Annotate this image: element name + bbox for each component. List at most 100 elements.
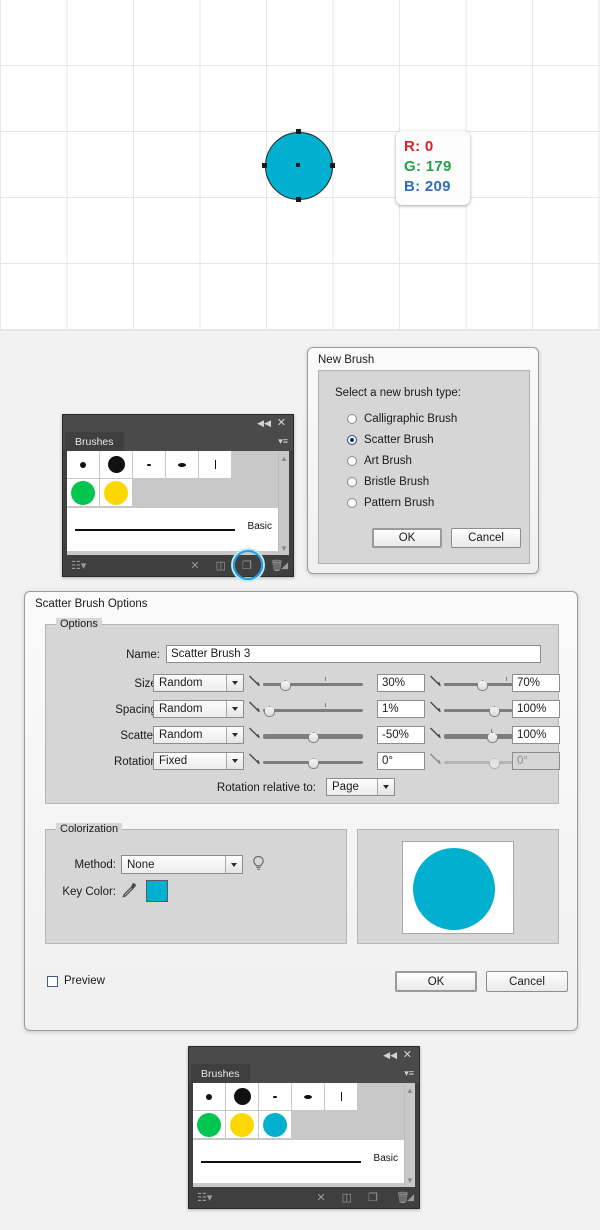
remove-brush-stroke-icon[interactable]: ✕ <box>316 1191 325 1204</box>
size-min-input[interactable]: 30% <box>377 674 425 692</box>
brush-thumb-oval-mark[interactable] <box>292 1083 325 1111</box>
brush-thumb-line-mark[interactable] <box>325 1083 358 1111</box>
brush-swatch-green[interactable] <box>193 1111 226 1139</box>
radio-option-calligraphic-brush[interactable]: Calligraphic Brush <box>347 413 457 425</box>
brush-stroke-basic[interactable]: Basic <box>193 1140 404 1183</box>
brush-swatch-yellow[interactable] <box>100 479 133 507</box>
panel-scrollbar[interactable]: ▲ ▼ <box>278 451 289 556</box>
brush-name-input[interactable]: Scatter Brush 3 <box>166 645 541 663</box>
resize-grip-icon[interactable]: ◢ <box>407 1192 414 1203</box>
rotation-min-input[interactable]: 0° <box>377 752 425 770</box>
anchor-point-left[interactable] <box>262 163 267 168</box>
anchor-point-right[interactable] <box>330 163 335 168</box>
radio-icon[interactable] <box>347 477 357 487</box>
radio-icon[interactable] <box>347 498 357 508</box>
collapse-icon[interactable]: ◀◀ <box>257 419 271 428</box>
new-brush-icon[interactable]: ❐ <box>368 1191 378 1204</box>
panel-tab-bar: Brushes ▾≡ <box>63 432 293 451</box>
chevron-down-icon[interactable] <box>226 701 243 717</box>
scatter-min-slider[interactable] <box>263 729 363 743</box>
brush-cell-empty[interactable] <box>199 479 232 507</box>
brush-stroke-label: Basic <box>247 521 272 532</box>
close-icon[interactable]: ✕ <box>277 417 286 429</box>
brush-options-icon[interactable]: ◫ <box>342 1191 352 1204</box>
key-color-swatch[interactable] <box>146 880 168 902</box>
spacing-min-slider[interactable] <box>263 703 363 717</box>
scroll-down-icon[interactable]: ▼ <box>279 543 289 554</box>
scatter-min-input[interactable]: -50% <box>377 726 425 744</box>
panel-menu-icon[interactable]: ▾≡ <box>404 1068 414 1079</box>
brush-swatch-green[interactable] <box>67 479 100 507</box>
spacing-max-input[interactable]: 100% <box>512 700 560 718</box>
radio-option-pattern-brush[interactable]: Pattern Brush <box>347 497 434 509</box>
chevron-down-icon[interactable] <box>226 753 243 769</box>
tab-brushes[interactable]: Brushes <box>65 432 124 451</box>
brush-cell-empty[interactable] <box>166 479 199 507</box>
chevron-down-icon[interactable] <box>226 727 243 743</box>
scatter-max-input[interactable]: 100% <box>512 726 560 744</box>
brush-options-icon[interactable]: ◫ <box>216 559 226 572</box>
radio-icon[interactable] <box>347 414 357 424</box>
spacing-mode-dropdown[interactable]: Random <box>153 700 244 718</box>
size-mode-dropdown[interactable]: Random <box>153 674 244 692</box>
collapse-icon[interactable]: ◀◀ <box>383 1051 397 1060</box>
brush-thumb-tiny-mark[interactable] <box>259 1083 292 1111</box>
new-brush-ok-button[interactable]: OK <box>372 528 442 548</box>
brush-thumbnail-grid[interactable] <box>193 1083 358 1111</box>
preview-checkbox-row[interactable]: Preview <box>47 975 105 987</box>
radio-option-art-brush[interactable]: Art Brush <box>347 455 412 467</box>
panel-scrollbar[interactable]: ▲ ▼ <box>404 1083 415 1188</box>
rotation-min-slider[interactable] <box>263 755 363 769</box>
brush-thumb-small-dot[interactable] <box>67 451 100 479</box>
scroll-down-icon[interactable]: ▼ <box>405 1175 415 1186</box>
brush-thumb-large-dot[interactable] <box>226 1083 259 1111</box>
brush-stroke-basic[interactable]: Basic <box>67 508 278 551</box>
eyedropper-icon[interactable] <box>122 882 137 898</box>
brush-swatch-yellow[interactable] <box>226 1111 259 1139</box>
brush-thumb-line-mark[interactable] <box>199 451 232 479</box>
brush-color-swatch-grid[interactable] <box>193 1111 358 1139</box>
radio-option-bristle-brush[interactable]: Bristle Brush <box>347 476 429 488</box>
scatter-options-ok-button[interactable]: OK <box>395 971 477 992</box>
spacing-min-input[interactable]: 1% <box>377 700 425 718</box>
brush-thumb-large-dot[interactable] <box>100 451 133 479</box>
size-max-input[interactable]: 70% <box>512 674 560 692</box>
chevron-down-icon[interactable] <box>377 779 394 795</box>
brush-color-swatch-grid[interactable] <box>67 479 232 507</box>
anchor-point-bottom[interactable] <box>296 197 301 202</box>
remove-brush-stroke-icon[interactable]: ✕ <box>190 559 199 572</box>
radio-icon[interactable] <box>347 435 357 445</box>
tab-brushes[interactable]: Brushes <box>191 1064 250 1083</box>
scroll-up-icon[interactable]: ▲ <box>279 453 289 464</box>
panel-menu-icon[interactable]: ▾≡ <box>278 436 288 447</box>
brush-thumb-tiny-mark[interactable] <box>133 451 166 479</box>
rotation-mode-dropdown[interactable]: Fixed <box>153 752 244 770</box>
brush-cell-empty[interactable] <box>325 1111 358 1139</box>
preview-checkbox[interactable] <box>47 975 58 987</box>
anchor-point-top[interactable] <box>296 129 301 134</box>
scatter-mode-dropdown[interactable]: Random <box>153 726 244 744</box>
brush-thumb-small-dot[interactable] <box>193 1083 226 1111</box>
brush-libraries-icon[interactable]: ☷▾ <box>197 1191 212 1204</box>
lightbulb-icon[interactable] <box>252 855 265 873</box>
artboard-grid-canvas[interactable]: R: 0 G: 179 B: 209 <box>0 0 600 331</box>
brush-thumbnail-grid[interactable] <box>67 451 232 479</box>
chevron-down-icon[interactable] <box>226 675 243 691</box>
brush-cell-empty[interactable] <box>292 1111 325 1139</box>
brush-cell-empty[interactable] <box>133 479 166 507</box>
scroll-up-icon[interactable]: ▲ <box>405 1085 415 1096</box>
brush-libraries-icon[interactable]: ☷▾ <box>71 559 86 572</box>
size-min-slider[interactable] <box>263 677 363 691</box>
scatter-options-cancel-button[interactable]: Cancel <box>486 971 568 992</box>
radio-icon[interactable] <box>347 456 357 466</box>
chevron-down-icon[interactable] <box>225 856 242 873</box>
new-brush-icon[interactable]: ❐ <box>233 550 264 580</box>
close-icon[interactable]: ✕ <box>403 1049 412 1061</box>
resize-grip-icon[interactable]: ◢ <box>281 560 288 571</box>
new-brush-cancel-button[interactable]: Cancel <box>451 528 521 548</box>
brush-thumb-oval-mark[interactable] <box>166 451 199 479</box>
brush-swatch-cyan[interactable] <box>259 1111 292 1139</box>
radio-option-scatter-brush[interactable]: Scatter Brush <box>347 434 434 446</box>
colorization-method-dropdown[interactable]: None <box>121 855 243 874</box>
rotation-relative-dropdown[interactable]: Page <box>326 778 395 796</box>
